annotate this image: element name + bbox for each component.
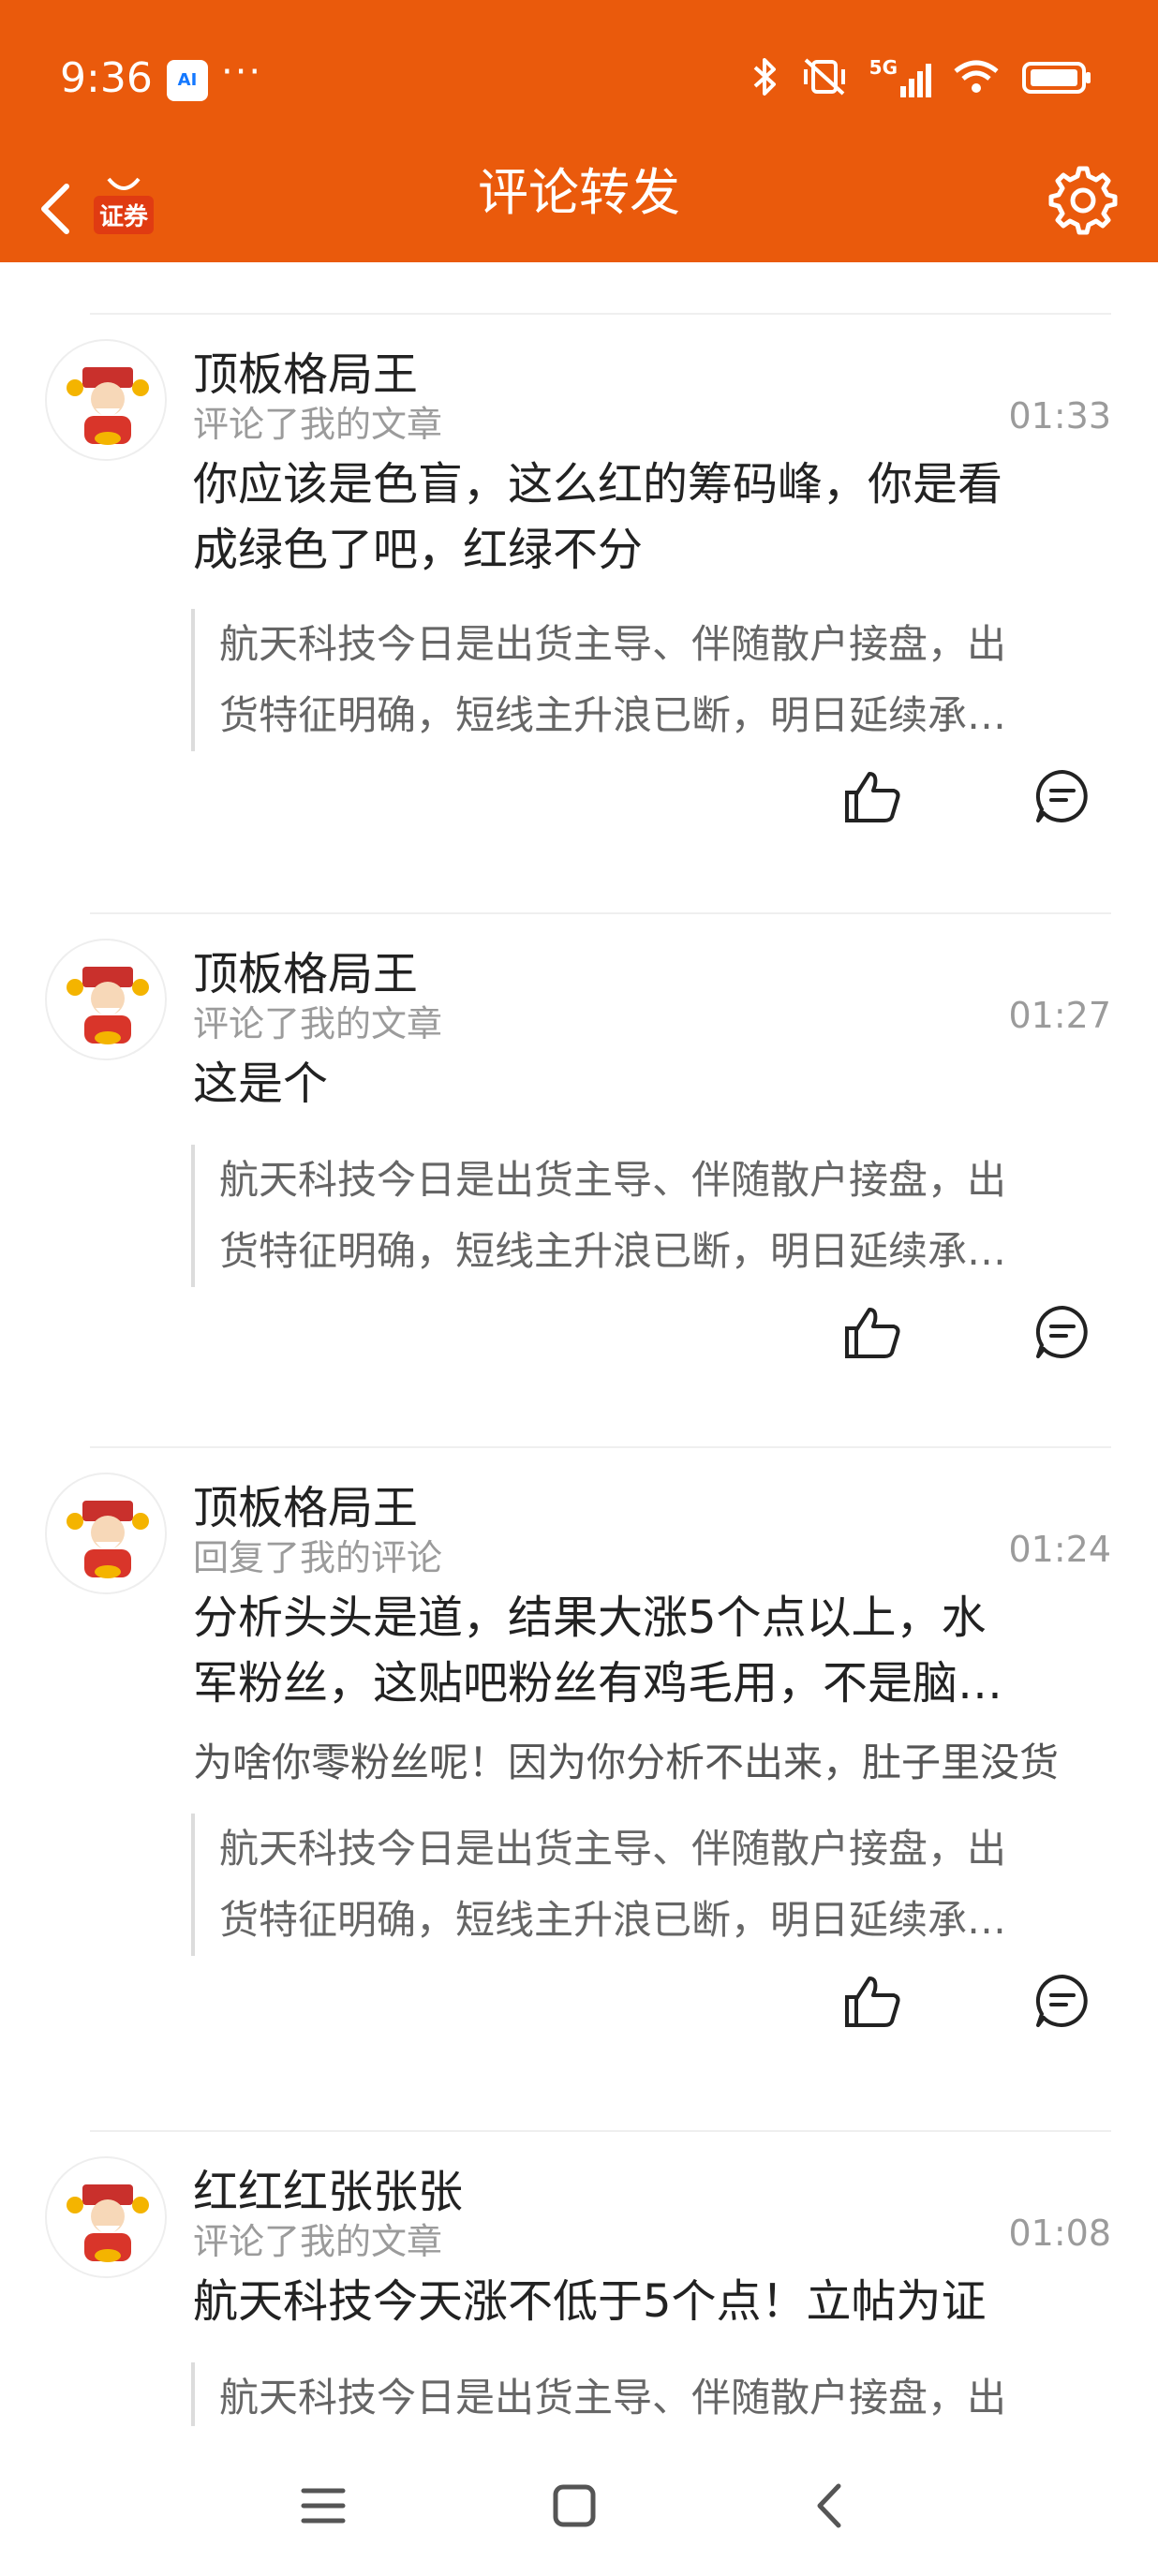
username[interactable]: 红红红张张张 bbox=[193, 2154, 463, 2220]
signal-5g-icon: 5G bbox=[869, 56, 931, 97]
status-time: 9:36 bbox=[60, 54, 153, 102]
action-text: 评论了我的文章 bbox=[193, 404, 443, 445]
avatar[interactable] bbox=[45, 1473, 167, 1594]
system-back-button[interactable] bbox=[787, 2464, 871, 2548]
comment-line: 你应该是色盲，这么红的筹码峰，你是看 bbox=[193, 458, 1003, 511]
message-card[interactable]: 顶板格局王 评论了我的文章 01:33 你应该是色盲，这么红的筹码峰，你是看 成… bbox=[0, 337, 1158, 862]
app-root: 9:36 AI ··· 5G 证券 评论转发 顶板格局王 评论了我的文章 01:… bbox=[0, 0, 1158, 2576]
comment-time: 01:33 bbox=[1008, 395, 1111, 437]
vibrate-off-icon bbox=[803, 58, 845, 96]
caishen-avatar-icon bbox=[67, 967, 149, 1044]
divider bbox=[90, 912, 1111, 914]
quote-line: 航天科技今日是出货主导、伴随散户接盘，出 bbox=[219, 1157, 1007, 1203]
nav-bar: 证券 评论转发 bbox=[0, 159, 1158, 262]
caishen-avatar-icon bbox=[67, 2184, 149, 2262]
quote-line: 货特征明确，短线主升浪已断，明日延续承… bbox=[219, 1897, 1007, 1943]
bluetooth-icon bbox=[753, 58, 776, 96]
status-icons: 5G bbox=[750, 56, 1092, 97]
username[interactable]: 顶板格局王 bbox=[193, 1471, 418, 1536]
message-card[interactable]: 顶板格局王 评论了我的文章 01:27 这是个 航天科技今日是出货主导、伴随散户… bbox=[0, 937, 1158, 1424]
comment-bubble-icon bbox=[1035, 1305, 1088, 1358]
quote-line: 航天科技今日是出货主导、伴随散户接盘，出 bbox=[219, 621, 1007, 667]
comment-line: 这是个 bbox=[193, 1058, 329, 1110]
divider bbox=[90, 313, 1111, 315]
caishen-avatar-icon bbox=[67, 367, 149, 445]
menu-button[interactable] bbox=[281, 2464, 365, 2548]
quote-line: 货特征明确，短线主升浪已断，明日延续承… bbox=[219, 1228, 1007, 1274]
quoted-article[interactable]: 航天科技今日是出货主导、伴随散户接盘，出 bbox=[191, 2362, 1091, 2426]
avatar[interactable] bbox=[45, 339, 167, 461]
reply-button[interactable] bbox=[1025, 1295, 1100, 1369]
system-nav-bar bbox=[0, 2426, 1158, 2576]
avatar[interactable] bbox=[45, 2156, 167, 2278]
quoted-article[interactable]: 航天科技今日是出货主导、伴随散户接盘，出 货特征明确，短线主升浪已断，明日延续承… bbox=[191, 1145, 1091, 1287]
more-notifications-icon: ··· bbox=[221, 51, 263, 94]
caishen-avatar-icon bbox=[67, 1501, 149, 1578]
reply-text[interactable]: 为啥你零粉丝呢！因为你分析不出来，肚子里没货 bbox=[193, 1731, 1111, 1788]
ai-badge-icon: AI bbox=[167, 60, 208, 101]
action-text: 回复了我的评论 bbox=[193, 1537, 443, 1578]
comment-line: 分析头头是道，结果大涨5个点以上，水 bbox=[193, 1591, 987, 1644]
quote-line: 航天科技今日是出货主导、伴随散户接盘，出 bbox=[219, 1826, 1007, 1872]
network-type: 5G bbox=[868, 56, 898, 79]
comment-line: 航天科技今天涨不低于5个点！立帖为证 bbox=[193, 2275, 987, 2328]
comment-time: 01:27 bbox=[1008, 995, 1111, 1036]
divider bbox=[90, 1446, 1111, 1448]
status-bar: 9:36 AI ··· 5G bbox=[0, 0, 1158, 159]
comment-text[interactable]: 这是个 bbox=[193, 1051, 1092, 1117]
divider bbox=[90, 2130, 1111, 2132]
square-home-icon bbox=[553, 2484, 596, 2527]
comment-time: 01:08 bbox=[1008, 2213, 1111, 2254]
action-text: 评论了我的文章 bbox=[193, 1003, 443, 1044]
menu-icon bbox=[301, 2488, 346, 2524]
message-list[interactable]: 顶板格局王 评论了我的文章 01:33 你应该是色盲，这么红的筹码峰，你是看 成… bbox=[0, 262, 1158, 2426]
like-button[interactable] bbox=[836, 1963, 911, 2038]
thumbs-up-icon bbox=[845, 772, 900, 822]
comment-time: 01:24 bbox=[1008, 1529, 1111, 1570]
reply-button[interactable] bbox=[1025, 759, 1100, 834]
like-button[interactable] bbox=[836, 759, 911, 834]
quoted-article[interactable]: 航天科技今日是出货主导、伴随散户接盘，出 货特征明确，短线主升浪已断，明日延续承… bbox=[191, 1814, 1091, 1956]
comment-line: 军粉丝，这贴吧粉丝有鸡毛用，不是脑… bbox=[193, 1657, 1003, 1710]
comment-text[interactable]: 你应该是色盲，这么红的筹码峰，你是看 成绿色了吧，红绿不分 bbox=[193, 452, 1092, 583]
quoted-article[interactable]: 航天科技今日是出货主导、伴随散户接盘，出 货特征明确，短线主升浪已断，明日延续承… bbox=[191, 609, 1091, 751]
page-title: 评论转发 bbox=[478, 163, 680, 222]
chevron-left-icon bbox=[817, 2483, 841, 2528]
reply-button[interactable] bbox=[1025, 1963, 1100, 2038]
quote-line: 货特征明确，短线主升浪已断，明日延续承… bbox=[219, 692, 1007, 738]
settings-button[interactable] bbox=[1046, 163, 1121, 238]
app-header: 9:36 AI ··· 5G 证券 评论转发 bbox=[0, 0, 1158, 262]
battery-icon bbox=[1022, 62, 1091, 94]
username[interactable]: 顶板格局王 bbox=[193, 937, 418, 1002]
message-card[interactable]: 顶板格局王 回复了我的评论 01:24 分析头头是道，结果大涨5个点以上，水 军… bbox=[0, 1471, 1158, 2089]
home-button[interactable] bbox=[532, 2464, 616, 2548]
action-text: 评论了我的文章 bbox=[193, 2221, 443, 2262]
wifi-icon bbox=[954, 60, 999, 93]
thumbs-up-icon bbox=[845, 1308, 900, 1358]
comment-bubble-icon bbox=[1035, 1974, 1088, 2027]
thumbs-up-icon bbox=[845, 1976, 900, 2027]
like-button[interactable] bbox=[836, 1295, 911, 1369]
quote-line: 航天科技今日是出货主导、伴随散户接盘，出 bbox=[219, 2375, 1007, 2421]
username[interactable]: 顶板格局王 bbox=[193, 337, 418, 403]
message-card[interactable]: 红红红张张张 评论了我的文章 01:08 航天科技今天涨不低于5个点！立帖为证 … bbox=[0, 2154, 1158, 2426]
comment-line: 成绿色了吧，红绿不分 bbox=[193, 524, 644, 576]
comment-text[interactable]: 航天科技今天涨不低于5个点！立帖为证 bbox=[193, 2269, 1092, 2334]
comment-text[interactable]: 分析头头是道，结果大涨5个点以上，水 军粉丝，这贴吧粉丝有鸡毛用，不是脑… bbox=[193, 1585, 1092, 1716]
gear-icon bbox=[1048, 166, 1118, 235]
comment-bubble-icon bbox=[1035, 769, 1088, 822]
avatar[interactable] bbox=[45, 939, 167, 1060]
